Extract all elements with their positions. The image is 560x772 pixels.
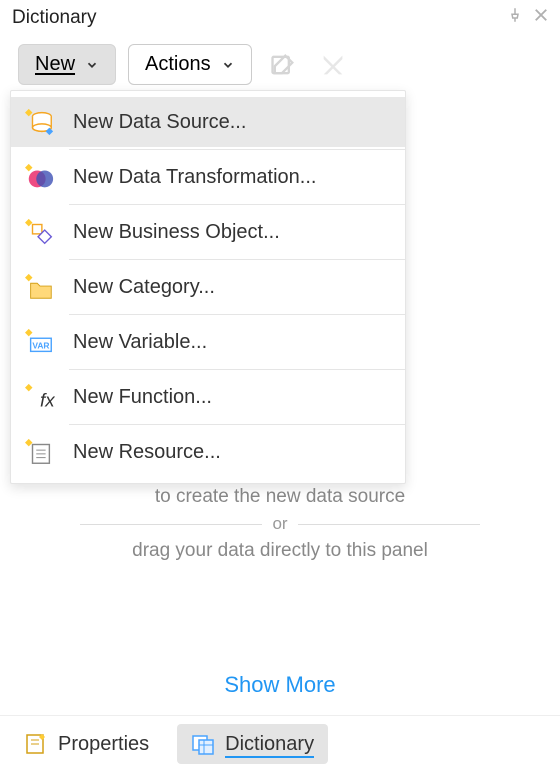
menu-item-label: New Data Source... [73, 111, 246, 134]
menu-item-new-data-source[interactable]: New Data Source... [11, 97, 405, 147]
venn-sparkle-icon [25, 162, 55, 192]
svg-text:VAR: VAR [32, 341, 49, 351]
menu-item-label: New Category... [73, 276, 215, 299]
menu-item-label: New Variable... [73, 331, 207, 354]
bottom-tabs: Properties Dictionary [0, 715, 560, 772]
tab-properties[interactable]: Properties [10, 724, 163, 764]
svg-text:fx: fx [40, 389, 55, 410]
menu-item-new-data-transformation[interactable]: New Data Transformation... [11, 152, 405, 202]
menu-item-label: New Business Object... [73, 221, 280, 244]
panel-title: Dictionary [12, 7, 96, 29]
properties-icon [24, 732, 48, 756]
edit-button[interactable] [264, 46, 302, 84]
actions-button[interactable]: Actions [128, 44, 252, 85]
menu-item-new-category[interactable]: New Category... [11, 262, 405, 312]
menu-item-new-function[interactable]: fx New Function... [11, 372, 405, 422]
hint-line-1: to create the new data source [0, 480, 560, 514]
menu-separator [69, 204, 405, 205]
dictionary-icon [191, 732, 215, 756]
toolbar: New Actions [0, 36, 560, 95]
hint-or: or [0, 514, 560, 534]
panel-header: Dictionary [0, 0, 560, 36]
hint-line-2: drag your data directly to this panel [0, 534, 560, 568]
delete-button[interactable] [314, 46, 352, 84]
menu-item-new-variable[interactable]: VAR New Variable... [11, 317, 405, 367]
database-sparkle-icon [25, 107, 55, 137]
panel-header-controls [506, 6, 550, 30]
folder-sparkle-icon [25, 272, 55, 302]
function-sparkle-icon: fx [25, 382, 55, 412]
menu-separator [69, 149, 405, 150]
menu-separator [69, 314, 405, 315]
menu-separator [69, 259, 405, 260]
chevron-down-icon [221, 58, 235, 72]
new-dropdown: New Data Source... New Data Transformati… [10, 90, 406, 484]
hint-area: to create the new data source or drag yo… [0, 480, 560, 568]
menu-item-label: New Resource... [73, 441, 221, 464]
show-more-link[interactable]: Show More [0, 672, 560, 698]
new-button[interactable]: New [18, 44, 116, 85]
menu-item-label: New Data Transformation... [73, 166, 316, 189]
close-icon[interactable] [532, 6, 550, 30]
menu-item-label: New Function... [73, 386, 212, 409]
tab-dictionary[interactable]: Dictionary [177, 724, 328, 764]
new-button-label: New [35, 53, 75, 76]
actions-button-label: Actions [145, 53, 211, 76]
menu-item-new-resource[interactable]: New Resource... [11, 427, 405, 477]
tab-label: Dictionary [225, 733, 314, 756]
blocks-sparkle-icon [25, 217, 55, 247]
chevron-down-icon [85, 58, 99, 72]
variable-sparkle-icon: VAR [25, 327, 55, 357]
menu-separator [69, 424, 405, 425]
pin-icon[interactable] [506, 6, 524, 30]
menu-separator [69, 369, 405, 370]
tab-label: Properties [58, 733, 149, 756]
resource-sparkle-icon [25, 437, 55, 467]
menu-item-new-business-object[interactable]: New Business Object... [11, 207, 405, 257]
